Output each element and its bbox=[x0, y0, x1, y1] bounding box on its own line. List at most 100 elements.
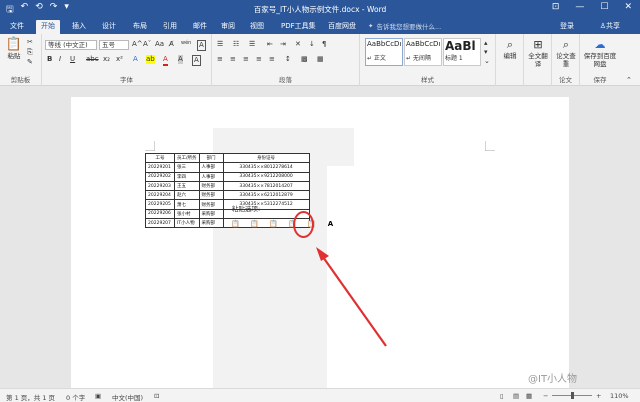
char-shading-icon[interactable]: A bbox=[178, 55, 183, 64]
fulltext-translate-button[interactable]: ⊞ 全文翻译 bbox=[527, 38, 549, 68]
table-cell: 财务部 bbox=[198, 199, 224, 210]
format-painter-icon[interactable]: ✎ bbox=[27, 58, 33, 67]
cut-icon[interactable]: ✂ bbox=[27, 38, 33, 47]
decrease-indent-icon[interactable]: ⇤ bbox=[267, 40, 273, 49]
language[interactable]: 中文(中国) bbox=[112, 392, 143, 402]
font-size-select[interactable]: 五号 bbox=[99, 40, 129, 50]
highlight-icon[interactable]: ab bbox=[146, 55, 155, 64]
zoom-out-icon[interactable]: − bbox=[543, 392, 548, 400]
document-page[interactable]: 工号 员工/所务 部门 身份证号 20229201 张三 人事部 330435××80… bbox=[71, 97, 569, 388]
styles-more-icon[interactable]: ⌄ bbox=[484, 57, 490, 66]
superscript-icon[interactable]: x² bbox=[116, 55, 123, 64]
web-layout-icon[interactable]: ▦ bbox=[526, 392, 532, 400]
strikethrough-icon[interactable]: abc bbox=[86, 55, 99, 64]
title-bar: 🖫 ↶ ⟲ ↷ ▾ 百家号_IT小人物示例文件.docx - Word ⊡ — … bbox=[0, 0, 640, 18]
phonetic-guide-icon[interactable]: wén bbox=[181, 39, 191, 48]
paste-nested-table-icon[interactable]: 📋 bbox=[267, 217, 280, 232]
style-no-spacing[interactable]: AaBbCcDı ↵ 无间隔 bbox=[404, 38, 442, 66]
tell-me-search[interactable]: ✦ 告诉我您想要做什么... bbox=[368, 20, 514, 32]
tab-design[interactable]: 设计 bbox=[102, 21, 116, 31]
page-count[interactable]: 第 1 页，共 1 页 bbox=[6, 392, 55, 402]
line-spacing-icon[interactable]: ↕ bbox=[285, 55, 291, 64]
tab-home[interactable]: 开始 bbox=[36, 20, 60, 34]
styles-scroll-down-icon[interactable]: ▾ bbox=[484, 48, 488, 57]
zoom-slider-thumb[interactable] bbox=[571, 392, 574, 399]
style-heading1[interactable]: AaBl 标题 1 bbox=[443, 38, 481, 66]
styles-scroll-up-icon[interactable]: ▴ bbox=[484, 39, 488, 48]
paste-keep-source-icon[interactable]: 📋 bbox=[229, 217, 242, 232]
maximize-icon[interactable]: ☐ bbox=[600, 2, 608, 12]
underline-icon[interactable]: U bbox=[70, 55, 75, 64]
ribbon-options-icon[interactable]: ⊡ bbox=[552, 2, 560, 12]
tab-pdf-tools[interactable]: PDF工具集 bbox=[281, 21, 316, 31]
tab-references[interactable]: 引用 bbox=[163, 21, 177, 31]
save-to-baidu-button[interactable]: ☁ 保存到百度网盘 bbox=[582, 38, 618, 68]
tab-view[interactable]: 视图 bbox=[250, 21, 264, 31]
paper-check-button[interactable]: ⌕ 论文查重 bbox=[555, 38, 577, 68]
tab-baidu-netdisk[interactable]: 百度网盘 bbox=[328, 21, 356, 31]
tab-insert[interactable]: 插入 bbox=[72, 21, 86, 31]
tab-layout[interactable]: 布局 bbox=[133, 21, 147, 31]
table-cell: IT小人物 bbox=[174, 218, 200, 229]
italic-icon[interactable]: I bbox=[59, 55, 61, 64]
distribute-icon[interactable]: ≡ bbox=[269, 55, 275, 64]
numbering-icon[interactable]: ☷ bbox=[233, 40, 239, 49]
increase-indent-icon[interactable]: ⇥ bbox=[280, 40, 286, 49]
status-bar: 第 1 页，共 1 页 0 个字 ▣ 中文(中国) ⊡ ▯ ▤ ▦ − + 11… bbox=[0, 388, 640, 402]
minimize-icon[interactable]: — bbox=[575, 2, 584, 12]
window-title: 百家号_IT小人物示例文件.docx - Word bbox=[253, 5, 387, 14]
shrink-font-icon[interactable]: Aˇ bbox=[143, 40, 151, 49]
multilevel-list-icon[interactable]: ☰ bbox=[249, 40, 255, 49]
editing-label: 编辑 bbox=[503, 52, 517, 60]
text-effects-icon[interactable]: A bbox=[133, 55, 138, 64]
font-name-select[interactable]: 等线 (中文正) bbox=[45, 40, 97, 50]
shading-icon[interactable]: ▩ bbox=[301, 55, 308, 64]
align-left-icon[interactable]: ≡ bbox=[217, 55, 223, 64]
subscript-icon[interactable]: x₂ bbox=[103, 55, 110, 64]
style-normal-preview: AaBbCcDı bbox=[367, 40, 401, 48]
share-button[interactable]: ♙共享 bbox=[600, 21, 620, 31]
sort-icon[interactable]: ↓ bbox=[309, 40, 315, 49]
show-marks-icon[interactable]: ¶ bbox=[322, 40, 326, 49]
collapse-ribbon-icon[interactable]: ⌃ bbox=[626, 76, 632, 85]
macro-record-icon[interactable]: ⊡ bbox=[154, 392, 159, 400]
proofing-icon[interactable]: ▣ bbox=[95, 392, 101, 400]
sign-in-link[interactable]: 登录 bbox=[560, 21, 574, 31]
table-cell: 20229205 bbox=[145, 199, 175, 210]
align-right-icon[interactable]: ≡ bbox=[243, 55, 249, 64]
bullets-icon[interactable]: ☰ bbox=[217, 40, 223, 49]
zoom-in-icon[interactable]: + bbox=[596, 392, 601, 400]
style-heading1-preview: AaBl bbox=[445, 40, 476, 53]
table-cell: 330435××7812014207 bbox=[222, 180, 310, 192]
paste-merge-format-icon[interactable]: 📋 bbox=[248, 217, 261, 232]
change-case-icon[interactable]: Aa bbox=[155, 40, 164, 49]
document-area: 工号 员工/所务 部门 身份证号 20229201 张三 人事部 330435××80… bbox=[0, 87, 640, 388]
tab-file[interactable]: 文件 bbox=[10, 21, 24, 31]
zoom-level[interactable]: 110% bbox=[610, 392, 629, 400]
font-color-icon[interactable]: A bbox=[163, 55, 168, 66]
table-header-cell: 工号 bbox=[145, 152, 175, 164]
clear-format-icon[interactable]: A̸ bbox=[169, 40, 174, 49]
style-normal[interactable]: AaBbCcDı ↵ 正文 bbox=[365, 38, 403, 66]
paste-button[interactable]: 📋 粘贴 bbox=[4, 38, 24, 61]
char-border-icon[interactable]: A bbox=[192, 55, 201, 66]
close-icon[interactable]: ✕ bbox=[624, 2, 632, 12]
tab-review[interactable]: 审阅 bbox=[221, 21, 235, 31]
print-layout-icon[interactable]: ▤ bbox=[513, 392, 519, 400]
font-group-label: 字体 bbox=[120, 76, 133, 84]
read-mode-icon[interactable]: ▯ bbox=[500, 392, 504, 400]
copy-icon[interactable]: ⎘ bbox=[27, 48, 33, 57]
tab-mailings[interactable]: 邮件 bbox=[193, 21, 207, 31]
bold-icon[interactable]: B bbox=[47, 55, 52, 64]
word-count[interactable]: 0 个字 bbox=[66, 392, 85, 402]
align-center-icon[interactable]: ≡ bbox=[230, 55, 236, 64]
tell-me-placeholder: 告诉我您想要做什么... bbox=[376, 23, 442, 31]
grow-font-icon[interactable]: A^ bbox=[132, 40, 143, 49]
asian-layout-icon[interactable]: ✕ bbox=[295, 40, 301, 49]
table-header-cell: 身份证号 bbox=[222, 152, 310, 164]
justify-icon[interactable]: ≡ bbox=[256, 55, 262, 64]
editing-button[interactable]: ⌕ 编辑 bbox=[499, 38, 521, 60]
enclose-char-icon[interactable]: A bbox=[197, 40, 206, 51]
borders-icon[interactable]: ▦ bbox=[317, 55, 324, 64]
paste-text-only-icon[interactable]: A bbox=[324, 217, 337, 232]
